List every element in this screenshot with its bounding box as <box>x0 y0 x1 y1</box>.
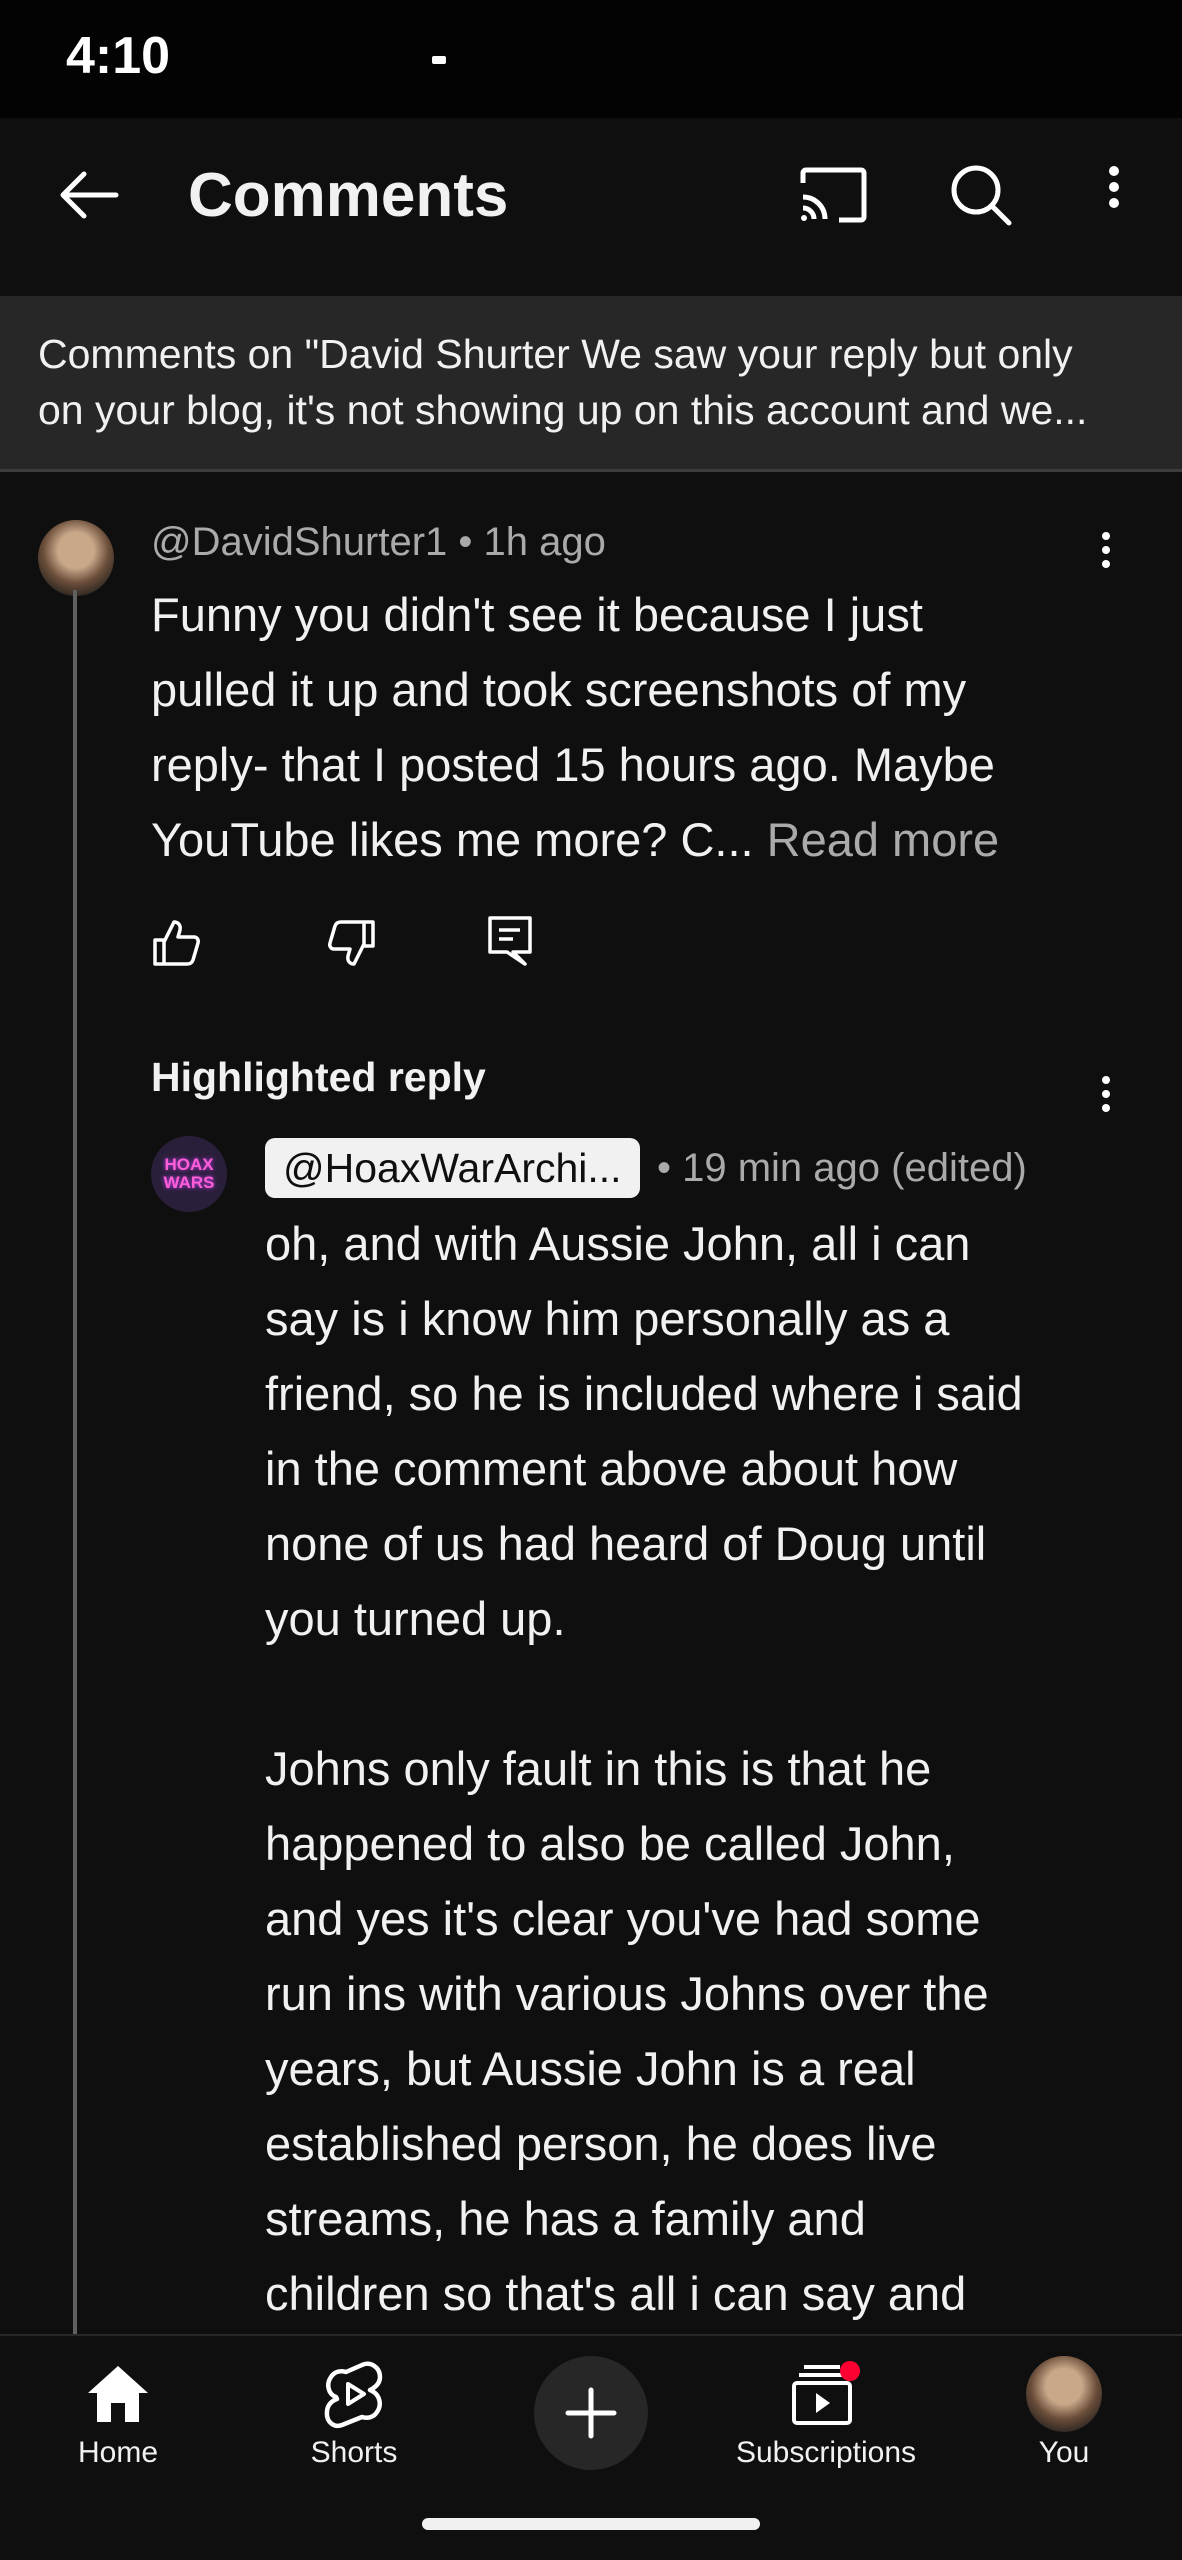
reply-text[interactable]: oh, and with Aussie John, all i can say … <box>265 1206 1145 2331</box>
nav-shorts-label: Shorts <box>310 2436 398 2469</box>
reply-line: run ins with various Johns over the <box>265 1967 989 2020</box>
gesture-home-bar[interactable] <box>422 2518 760 2530</box>
comment-text[interactable]: Funny you didn't see it because I just p… <box>151 577 1111 877</box>
highlighted-reply-label: Highlighted reply <box>151 1054 486 1100</box>
more-vert-icon[interactable] <box>1094 160 1134 220</box>
reply-avatar[interactable]: HOAX WARS <box>151 1136 227 1212</box>
nav-shorts[interactable]: Shorts <box>236 2336 472 2516</box>
nav-you[interactable]: You <box>946 2336 1182 2516</box>
reply-line: Johns only fault in this is that he <box>265 1742 932 1795</box>
create-button[interactable] <box>534 2356 648 2470</box>
reply-line: streams, he has a family and <box>265 2192 866 2245</box>
comment-line: YouTube likes me more? C... <box>151 813 754 866</box>
comment-line: Funny you didn't see it because I just <box>151 588 923 641</box>
subscriptions-icon <box>708 2354 944 2434</box>
banner-line-2: on your blog, it's not showing up on thi… <box>38 387 1088 433</box>
banner-line-1: Comments on "David Shurter We saw your r… <box>38 331 1073 377</box>
reply-line: friend, so he is included where i said <box>265 1367 1023 1420</box>
like-icon[interactable] <box>148 915 204 971</box>
commenter-avatar[interactable] <box>38 520 114 596</box>
comment-line-last: YouTube likes me more? C... Read more <box>151 802 1111 877</box>
account-avatar <box>1026 2356 1102 2432</box>
nav-home-label: Home <box>77 2436 159 2469</box>
comment-line: pulled it up and took screenshots of my <box>151 663 967 716</box>
reply-more-icon[interactable] <box>1086 1070 1126 1130</box>
reply-line: you turned up. <box>265 1592 566 1645</box>
reply-line: say is i know him personally as a <box>265 1292 950 1345</box>
reply-line: in the comment above about how <box>265 1442 958 1495</box>
reply-line: and yes it's clear you've had some <box>265 1892 981 1945</box>
comment-author[interactable]: @DavidShurter1 <box>151 520 447 564</box>
reply-line: happened to also be called John, <box>265 1817 955 1870</box>
cast-icon[interactable] <box>788 150 878 240</box>
nav-subscriptions[interactable]: Subscriptions <box>708 2336 944 2516</box>
shorts-icon <box>236 2354 472 2434</box>
nav-subscriptions-label: Subscriptions <box>735 2436 917 2469</box>
reply-line: established person, he does live <box>265 2117 937 2170</box>
status-bar: 4:10 <box>0 0 1182 118</box>
nav-home[interactable]: Home <box>0 2336 236 2516</box>
back-arrow-icon[interactable] <box>44 150 134 240</box>
comment-meta: @DavidShurter1 • 1h ago <box>151 520 606 565</box>
plus-icon <box>565 2387 617 2439</box>
reply-line: oh, and with Aussie John, all i can <box>265 1217 971 1270</box>
comment-time: 1h ago <box>483 520 606 564</box>
video-context-banner[interactable]: Comments on "David Shurter We saw your r… <box>0 296 1182 472</box>
thread-line <box>73 590 77 2335</box>
reply-line: years, but Aussie John is a real <box>265 2042 916 2095</box>
avatar-logo-text: HOAX WARS <box>163 1155 215 1192</box>
status-time: 4:10 <box>66 27 171 85</box>
reply-line: children so that's all i can say and <box>265 2267 967 2320</box>
nav-you-label: You <box>1038 2436 1090 2469</box>
home-icon <box>0 2354 236 2434</box>
read-more-link[interactable]: Read more <box>767 813 1000 866</box>
search-icon[interactable] <box>936 150 1026 240</box>
comment-line: reply- that I posted 15 hours ago. Maybe <box>151 738 995 791</box>
reply-author-chip[interactable]: @HoaxWarArchi... <box>265 1138 640 1198</box>
dislike-icon[interactable] <box>324 915 380 971</box>
page-title: Comments <box>188 161 509 230</box>
status-indicator <box>432 56 446 64</box>
notification-dot <box>840 2361 860 2381</box>
reply-icon[interactable] <box>482 913 538 969</box>
reply-time: • 19 min ago (edited) <box>657 1146 1027 1190</box>
reply-line: none of us had heard of Doug until <box>265 1517 987 1570</box>
meta-separator: • <box>458 520 484 564</box>
